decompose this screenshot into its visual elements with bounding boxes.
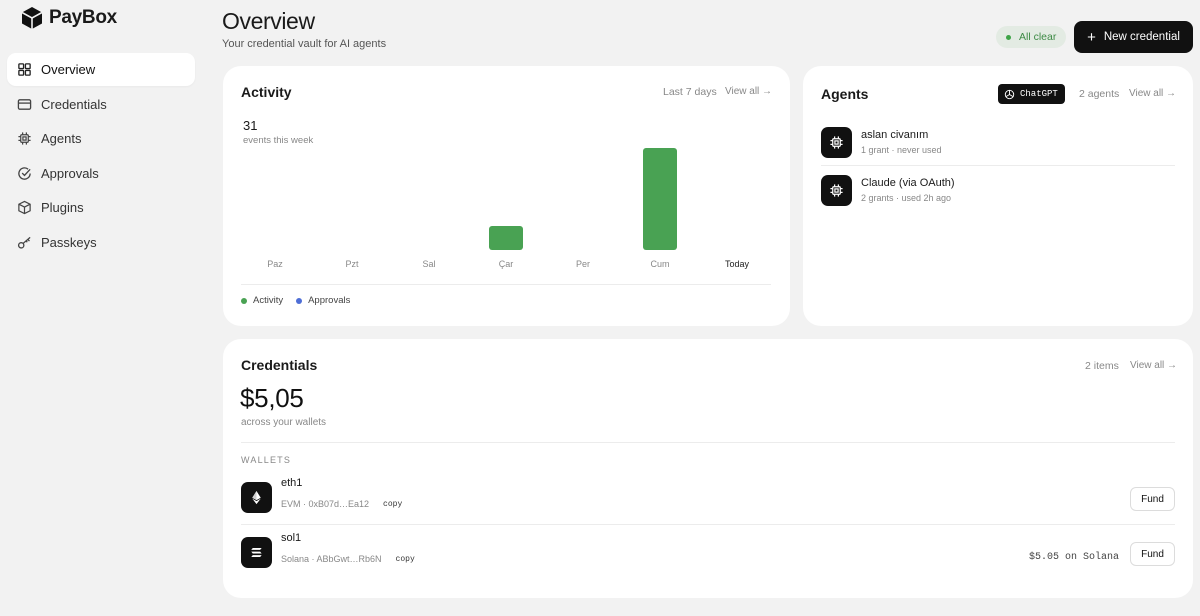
- paybox-logo-icon: [21, 7, 43, 29]
- new-credential-label: New credential: [1103, 31, 1180, 43]
- plus-icon: +: [1087, 28, 1096, 46]
- wallet-balance: $5.05 on Solana: [1028, 552, 1119, 563]
- wallet-meta: Solana · ABbGwt…Rb6N copy: [281, 554, 415, 564]
- wallets-section-label: WALLETS: [241, 455, 292, 465]
- x-tick-label: Cum: [650, 259, 670, 269]
- agent-meta: 1 grant · never used: [861, 145, 942, 155]
- chatgpt-icon: [1004, 89, 1015, 99]
- sidebar-item-label: Overview: [41, 62, 96, 77]
- credentials-title: Credentials: [241, 357, 318, 373]
- fund-button[interactable]: Fund: [1130, 542, 1175, 566]
- sidebar-item-plugins[interactable]: Plugins: [7, 191, 195, 224]
- wallet-name: sol1: [281, 532, 302, 544]
- sidebar-item-approvals[interactable]: Approvals: [7, 157, 195, 190]
- status-dot-icon: [1006, 34, 1011, 40]
- key-icon: [17, 235, 32, 250]
- agents-count: 2 agents: [1079, 88, 1120, 100]
- wallet-address: Solana · ABbGwt…Rb6N: [281, 554, 382, 564]
- agent-meta: 2 grants · used 2h ago: [861, 193, 952, 203]
- agent-name: Claude (via OAuth): [861, 177, 955, 189]
- chatgpt-chip[interactable]: ChatGPT: [998, 84, 1065, 104]
- page-title: Overview: [222, 8, 315, 34]
- chip-label: ChatGPT: [1020, 89, 1058, 99]
- agent-chip-icon: [821, 174, 852, 206]
- fund-button[interactable]: Fund: [1130, 487, 1175, 511]
- legend-item-approvals: Approvals: [296, 295, 350, 306]
- agent-chip-icon: [821, 126, 852, 158]
- sidebar-item-label: Agents: [41, 131, 82, 147]
- brand[interactable]: PayBox: [21, 6, 117, 30]
- x-tick-label: Sal: [422, 259, 436, 269]
- legend-dot-activity: [241, 297, 247, 304]
- brand-name: PayBox: [49, 7, 117, 28]
- activity-legend: Activity Approvals: [241, 295, 350, 306]
- chart-bar-activity-Çar[interactable]: [489, 225, 523, 250]
- agent-name: aslan civanım: [861, 129, 929, 141]
- sidebar-item-agents[interactable]: Agents: [7, 122, 195, 155]
- x-tick-label: Today: [724, 259, 750, 269]
- x-tick-label: Pzt: [345, 259, 359, 269]
- status-label: All clear: [1019, 31, 1057, 43]
- sidebar-item-credentials[interactable]: Credentials: [7, 88, 195, 121]
- check-circle-icon: [17, 166, 32, 181]
- ethereum-icon: [241, 482, 272, 513]
- x-tick-label: Çar: [498, 259, 514, 269]
- wallet-address: EVM · 0xB07d…Ea12: [281, 499, 370, 509]
- wallet-row[interactable]: sol1 Solana · ABbGwt…Rb6N copy $5.05 on …: [241, 532, 1175, 582]
- new-credential-button[interactable]: + New credential: [1074, 21, 1193, 53]
- agents-card: Agents ChatGPT 2 agents View all → aslan…: [803, 66, 1193, 326]
- credentials-view-all-link[interactable]: View all →: [1130, 360, 1177, 371]
- agent-row[interactable]: Claude (via OAuth) 2 grants · used 2h ag…: [821, 166, 1175, 214]
- credentials-total-label: across your wallets: [241, 417, 327, 428]
- sidebar-item-passkeys[interactable]: Passkeys: [7, 226, 195, 259]
- credentials-card: Credentials 2 items View all → $5,05 acr…: [223, 339, 1193, 598]
- sidebar-nav: Overview Credentials Agents Approvals Pl…: [7, 53, 195, 261]
- x-tick-label: Per: [575, 259, 590, 269]
- page-subtitle: Your credential vault for AI agents: [222, 38, 387, 50]
- chart-bar-activity-Cum[interactable]: [643, 148, 677, 250]
- sidebar-item-label: Plugins: [41, 200, 84, 216]
- agents-view-all-link[interactable]: View all →: [1129, 88, 1176, 99]
- activity-divider: [241, 284, 771, 285]
- copy-address-button[interactable]: copy: [383, 500, 402, 509]
- sidebar-item-label: Passkeys: [41, 234, 97, 250]
- sidebar-item-label: Credentials: [41, 96, 107, 112]
- card-icon: [17, 97, 32, 112]
- legend-item-activity: Activity: [241, 295, 283, 306]
- agents-title: Agents: [821, 86, 869, 102]
- credentials-divider: [241, 442, 1175, 443]
- x-tick-label: Paz: [267, 259, 283, 269]
- legend-dot-approvals: [296, 297, 303, 304]
- box-icon: [17, 200, 32, 215]
- wallet-name: eth1: [281, 477, 303, 489]
- status-badge: All clear: [996, 26, 1067, 48]
- sidebar-item-overview[interactable]: Overview: [7, 53, 195, 86]
- copy-address-button[interactable]: copy: [396, 555, 415, 564]
- activity-chart: Paz Pzt Sal Çar Per Cum Today: [223, 66, 790, 286]
- legend-label: Activity: [253, 295, 284, 306]
- activity-card: Activity Last 7 days View all → 31 event…: [223, 66, 790, 326]
- sidebar: PayBox Overview Credentials Agents Appro…: [0, 0, 210, 616]
- wallet-divider: [241, 524, 1175, 525]
- wallet-row[interactable]: eth1 EVM · 0xB07d…Ea12 copy Fund: [241, 477, 1175, 527]
- sidebar-item-label: Approvals: [41, 165, 99, 181]
- grid-icon: [17, 62, 32, 77]
- solana-icon: [241, 537, 272, 568]
- legend-label: Approvals: [308, 295, 351, 306]
- chip-icon: [17, 131, 32, 146]
- agent-row[interactable]: aslan civanım 1 grant · never used: [821, 118, 1175, 166]
- credentials-total: $5,05: [240, 383, 304, 413]
- credentials-count: 2 items: [1085, 360, 1119, 372]
- wallet-meta: EVM · 0xB07d…Ea12 copy: [281, 499, 402, 509]
